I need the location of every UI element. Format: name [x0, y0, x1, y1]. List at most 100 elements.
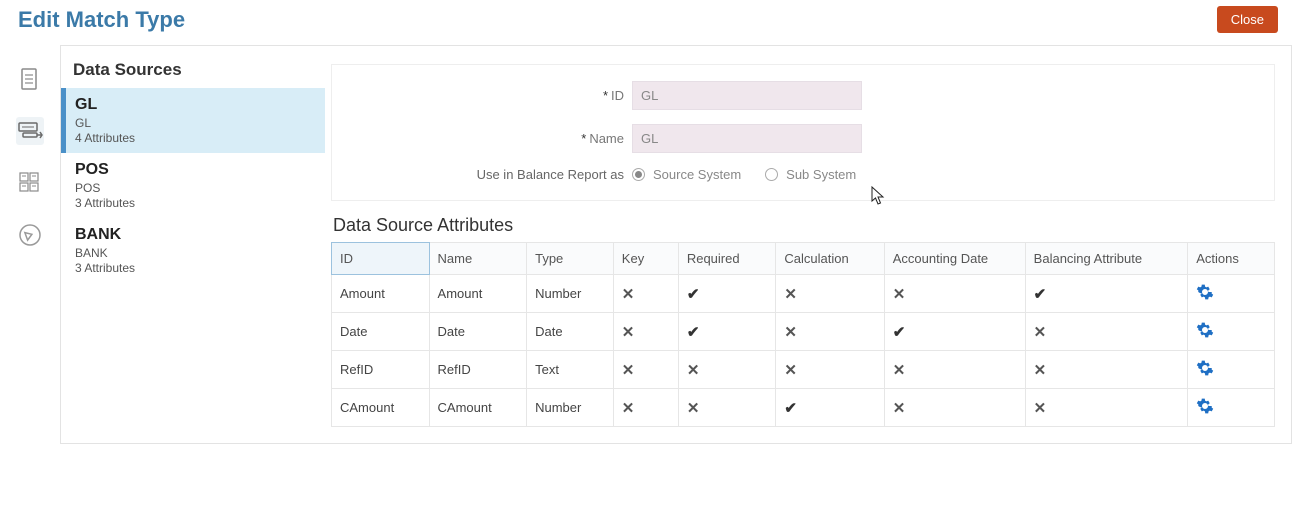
cell-type: Number	[527, 389, 614, 427]
table-row[interactable]: DateDateDate✕✔✕✔✕	[332, 313, 1275, 351]
cell-required: ✔	[678, 313, 776, 351]
x-icon: ✕	[622, 400, 635, 417]
table-header-row: ID Name Type Key Required Calculation Ac…	[332, 243, 1275, 275]
cell-key: ✕	[613, 389, 678, 427]
data-source-count: 4 Attributes	[75, 131, 313, 145]
cell-name: Date	[429, 313, 527, 351]
data-source-name: GL	[75, 96, 313, 114]
cell-id: CAmount	[332, 389, 430, 427]
cell-name: RefID	[429, 351, 527, 389]
header-bar: Edit Match Type Close	[0, 0, 1292, 45]
cell-required: ✔	[678, 275, 776, 313]
attributes-table: ID Name Type Key Required Calculation Ac…	[331, 242, 1275, 427]
sidebar-title: Data Sources	[61, 56, 325, 88]
check-icon: ✔	[687, 286, 700, 303]
cell-type: Number	[527, 275, 614, 313]
data-source-item-bank[interactable]: BANK BANK 3 Attributes	[61, 218, 325, 283]
cell-name: Amount	[429, 275, 527, 313]
col-type[interactable]: Type	[527, 243, 614, 275]
cell-actions	[1188, 389, 1275, 427]
col-name[interactable]: Name	[429, 243, 527, 275]
data-source-name: POS	[75, 161, 313, 179]
gear-icon[interactable]	[1196, 397, 1214, 415]
data-sources-icon[interactable]	[16, 117, 44, 145]
data-sources-sidebar: Data Sources GL GL 4 Attributes POS POS …	[61, 46, 325, 443]
cell-required: ✕	[678, 351, 776, 389]
cell-accounting-date: ✕	[884, 389, 1025, 427]
gear-icon[interactable]	[1196, 359, 1214, 377]
data-source-item-gl[interactable]: GL GL 4 Attributes	[61, 88, 325, 153]
cell-required: ✕	[678, 389, 776, 427]
name-input[interactable]	[632, 124, 862, 153]
cell-actions	[1188, 351, 1275, 389]
col-balancing-attribute[interactable]: Balancing Attribute	[1025, 243, 1188, 275]
col-required[interactable]: Required	[678, 243, 776, 275]
data-source-name: BANK	[75, 226, 313, 244]
data-source-item-pos[interactable]: POS POS 3 Attributes	[61, 153, 325, 218]
cell-name: CAmount	[429, 389, 527, 427]
process-icon[interactable]	[16, 221, 44, 249]
name-label: Name	[589, 131, 624, 146]
radio-sub-system[interactable]: Sub System	[765, 167, 856, 182]
x-icon: ✕	[687, 400, 700, 417]
cell-key: ✕	[613, 351, 678, 389]
cell-key: ✕	[613, 313, 678, 351]
radio-source-system[interactable]: Source System	[632, 167, 741, 182]
x-icon: ✕	[893, 400, 906, 417]
table-row[interactable]: CAmountCAmountNumber✕✕✔✕✕	[332, 389, 1275, 427]
document-icon[interactable]	[16, 65, 44, 93]
id-input[interactable]	[632, 81, 862, 110]
cell-accounting-date: ✕	[884, 351, 1025, 389]
table-row[interactable]: RefIDRefIDText✕✕✕✕✕	[332, 351, 1275, 389]
cell-key: ✕	[613, 275, 678, 313]
balance-report-label: Use in Balance Report as	[477, 167, 624, 182]
x-icon: ✕	[784, 324, 797, 341]
cell-type: Text	[527, 351, 614, 389]
table-row[interactable]: AmountAmountNumber✕✔✕✕✔	[332, 275, 1275, 313]
content-panel: Data Sources GL GL 4 Attributes POS POS …	[60, 45, 1292, 444]
main-area: Data Sources GL GL 4 Attributes POS POS …	[0, 45, 1292, 444]
cell-id: Amount	[332, 275, 430, 313]
x-icon: ✕	[622, 286, 635, 303]
id-label: ID	[611, 88, 624, 103]
radio-label: Sub System	[786, 167, 856, 182]
col-id[interactable]: ID	[332, 243, 430, 275]
check-icon: ✔	[1034, 286, 1047, 303]
cell-id: Date	[332, 313, 430, 351]
grid-icon[interactable]	[16, 169, 44, 197]
cell-balancing-attribute: ✕	[1025, 351, 1188, 389]
detail-panel: *ID *Name Use in Balance Report as Sourc…	[325, 46, 1291, 443]
check-icon: ✔	[893, 324, 906, 341]
gear-icon[interactable]	[1196, 321, 1214, 339]
close-button[interactable]: Close	[1217, 6, 1278, 33]
col-key[interactable]: Key	[613, 243, 678, 275]
cell-balancing-attribute: ✕	[1025, 313, 1188, 351]
x-icon: ✕	[1034, 400, 1047, 417]
col-calculation[interactable]: Calculation	[776, 243, 884, 275]
cell-calculation: ✕	[776, 313, 884, 351]
x-icon: ✕	[687, 362, 700, 379]
x-icon: ✕	[784, 362, 797, 379]
check-icon: ✔	[687, 324, 700, 341]
cell-actions	[1188, 313, 1275, 351]
data-source-sub: BANK	[75, 246, 313, 260]
left-icon-rail	[0, 45, 60, 444]
col-accounting-date[interactable]: Accounting Date	[884, 243, 1025, 275]
x-icon: ✕	[784, 286, 797, 303]
x-icon: ✕	[622, 362, 635, 379]
x-icon: ✕	[622, 324, 635, 341]
x-icon: ✕	[893, 362, 906, 379]
x-icon: ✕	[1034, 362, 1047, 379]
radio-label: Source System	[653, 167, 741, 182]
gear-icon[interactable]	[1196, 283, 1214, 301]
cell-accounting-date: ✔	[884, 313, 1025, 351]
x-icon: ✕	[893, 286, 906, 303]
data-source-sub: GL	[75, 116, 313, 130]
cell-id: RefID	[332, 351, 430, 389]
check-icon: ✔	[784, 400, 797, 417]
cell-calculation: ✕	[776, 351, 884, 389]
cell-type: Date	[527, 313, 614, 351]
cell-balancing-attribute: ✕	[1025, 389, 1188, 427]
col-actions[interactable]: Actions	[1188, 243, 1275, 275]
attributes-title: Data Source Attributes	[333, 215, 1275, 236]
